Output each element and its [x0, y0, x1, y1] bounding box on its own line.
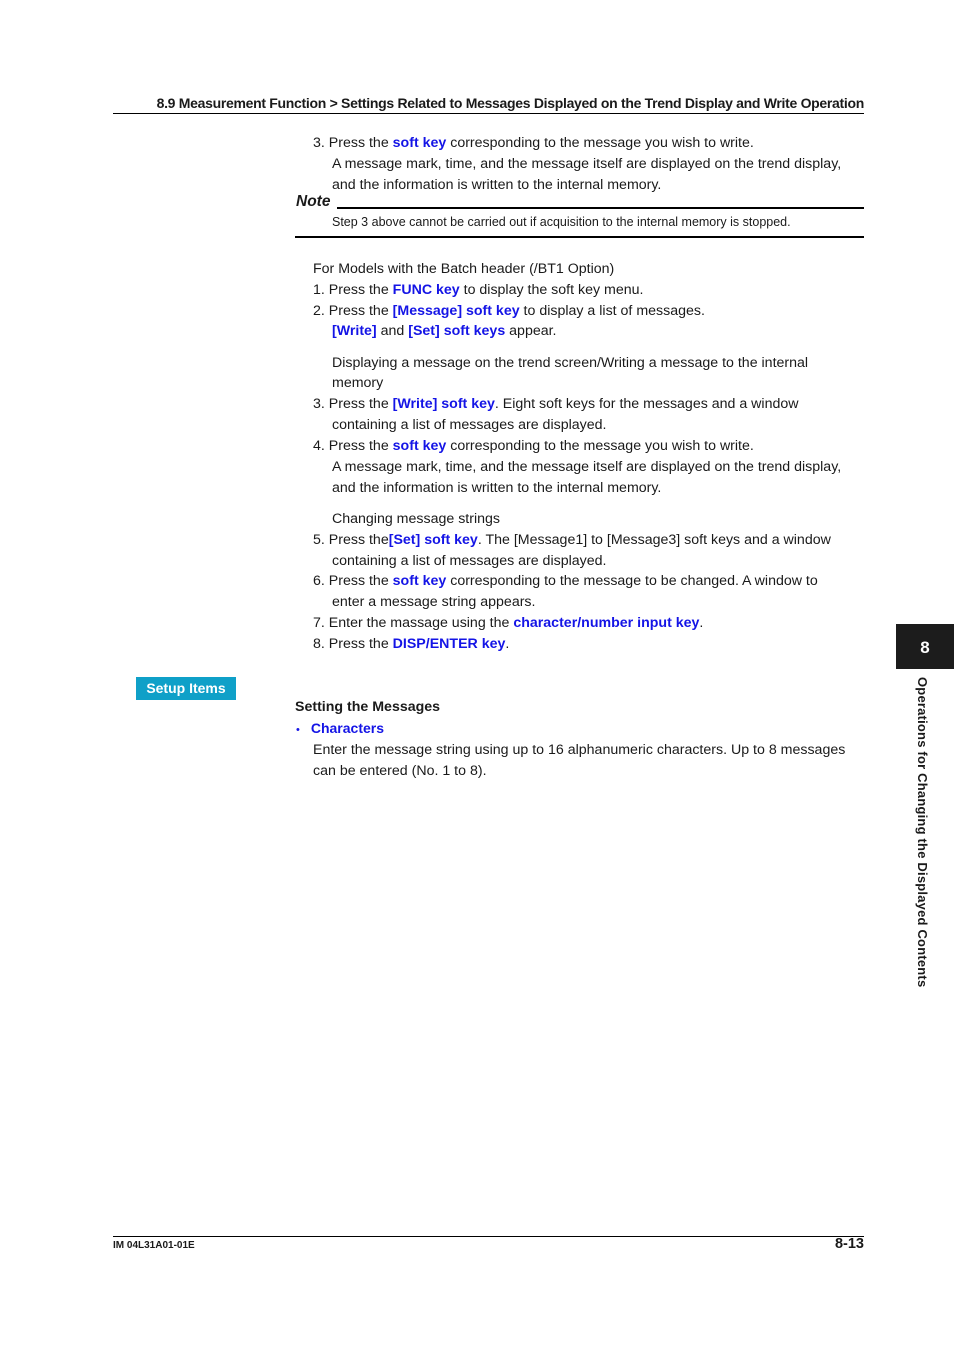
batch-step-2: 2. Press the [Message] soft key to displ…	[313, 302, 705, 320]
batch-step-6: 6. Press the soft key corresponding to t…	[313, 572, 818, 590]
keyword-soft-key: soft key	[392, 573, 447, 589]
step-text: appear.	[505, 323, 557, 339]
subheading-changing-strings: Changing message strings	[332, 511, 500, 527]
note-text: Step 3 above cannot be carried out if ac…	[332, 215, 791, 229]
keyword-func-key: FUNC key	[392, 282, 460, 298]
chapter-tab: 8	[896, 624, 954, 669]
header-rule	[113, 113, 864, 114]
running-header: 8.9 Measurement Function > Settings Rela…	[156, 95, 865, 111]
step-text: and	[376, 323, 409, 339]
step-3-line: 3. Press the soft key corresponding to t…	[313, 134, 754, 152]
step-text: to display the soft key menu.	[459, 282, 644, 298]
batch-step-1: 1. Press the FUNC key to display the sof…	[313, 281, 643, 299]
keyword-disp-enter-key: DISP/ENTER key	[392, 636, 506, 652]
chapter-title-vertical: Operations for Changing the Displayed Co…	[915, 677, 930, 988]
step-text: 3. Press the	[313, 135, 393, 151]
step-text: corresponding to the message you wish to…	[446, 438, 754, 454]
step-text: 4. Press the	[313, 438, 393, 454]
batch-step-5-detail: containing a list of messages are displa…	[332, 553, 607, 569]
step-3-detail-1: A message mark, time, and the message it…	[332, 156, 842, 172]
batch-step-5: 5. Press the[Set] soft key. The [Message…	[313, 531, 831, 549]
batch-step-4-detail-1: A message mark, time, and the message it…	[332, 459, 842, 475]
note-rule-top	[337, 207, 864, 209]
step-text: 3. Press the	[313, 396, 393, 412]
note-label: Note	[296, 193, 331, 210]
keyword-set-soft-key: [Set] soft key	[388, 532, 478, 548]
step-text: 5. Press the	[313, 532, 389, 548]
keyword-write-soft-key: [Write] soft key	[392, 396, 495, 412]
step-text: 7. Enter the massage using the	[313, 615, 514, 631]
step-text: 2. Press the	[313, 303, 393, 319]
section-heading: Setting the Messages	[295, 699, 441, 715]
bullet-icon: •	[296, 724, 300, 736]
batch-step-2-detail: [Write] and [Set] soft keys appear.	[332, 322, 557, 340]
batch-step-4-detail-2: and the information is written to the in…	[332, 480, 662, 496]
step-3-detail-2: and the information is written to the in…	[332, 177, 662, 193]
keyword-write: [Write]	[332, 323, 377, 339]
subheading-display-write-2: memory	[332, 375, 384, 391]
characters-desc-2: can be entered (No. 1 to 8).	[313, 763, 487, 779]
note-rule-bottom	[295, 236, 864, 238]
step-text: .	[505, 636, 510, 652]
bullet-item-characters: • Characters	[296, 720, 384, 736]
batch-step-3: 3. Press the [Write] soft key. Eight sof…	[313, 395, 799, 413]
batch-step-4: 4. Press the soft key corresponding to t…	[313, 437, 754, 455]
batch-step-7: 7. Enter the massage using the character…	[313, 614, 703, 632]
subheading-display-write-1: Displaying a message on the trend screen…	[332, 355, 809, 371]
bullet-label: Characters	[310, 720, 385, 736]
keyword-set-soft-keys: [Set] soft keys	[408, 323, 506, 339]
footer-rule	[113, 1236, 864, 1237]
step-text: . Eight soft keys for the messages and a…	[494, 396, 799, 412]
batch-step-6-detail: enter a message string appears.	[332, 594, 536, 610]
step-text: corresponding to the message to be chang…	[446, 573, 818, 589]
step-text: corresponding to the message you wish to…	[446, 135, 754, 151]
setup-items-badge: Setup Items	[136, 677, 236, 700]
batch-step-3-detail: containing a list of messages are displa…	[332, 417, 607, 433]
characters-desc-1: Enter the message string using up to 16 …	[313, 742, 846, 758]
keyword-char-number-input-key: character/number input key	[513, 615, 700, 631]
step-text: 6. Press the	[313, 573, 393, 589]
step-text: . The [Message1] to [Message3] soft keys…	[477, 532, 831, 548]
batch-intro: For Models with the Batch header (/BT1 O…	[313, 261, 615, 277]
step-text: 8. Press the	[313, 636, 393, 652]
page-number: 8-13	[834, 1236, 864, 1252]
step-text: .	[699, 615, 704, 631]
keyword-soft-key: soft key	[392, 135, 447, 151]
keyword-soft-key: soft key	[392, 438, 447, 454]
step-text: to display a list of messages.	[519, 303, 705, 319]
batch-step-8: 8. Press the DISP/ENTER key.	[313, 635, 509, 653]
step-text: 1. Press the	[313, 282, 393, 298]
document-id: IM 04L31A01-01E	[113, 1240, 195, 1251]
keyword-message-soft-key: [Message] soft key	[392, 303, 520, 319]
